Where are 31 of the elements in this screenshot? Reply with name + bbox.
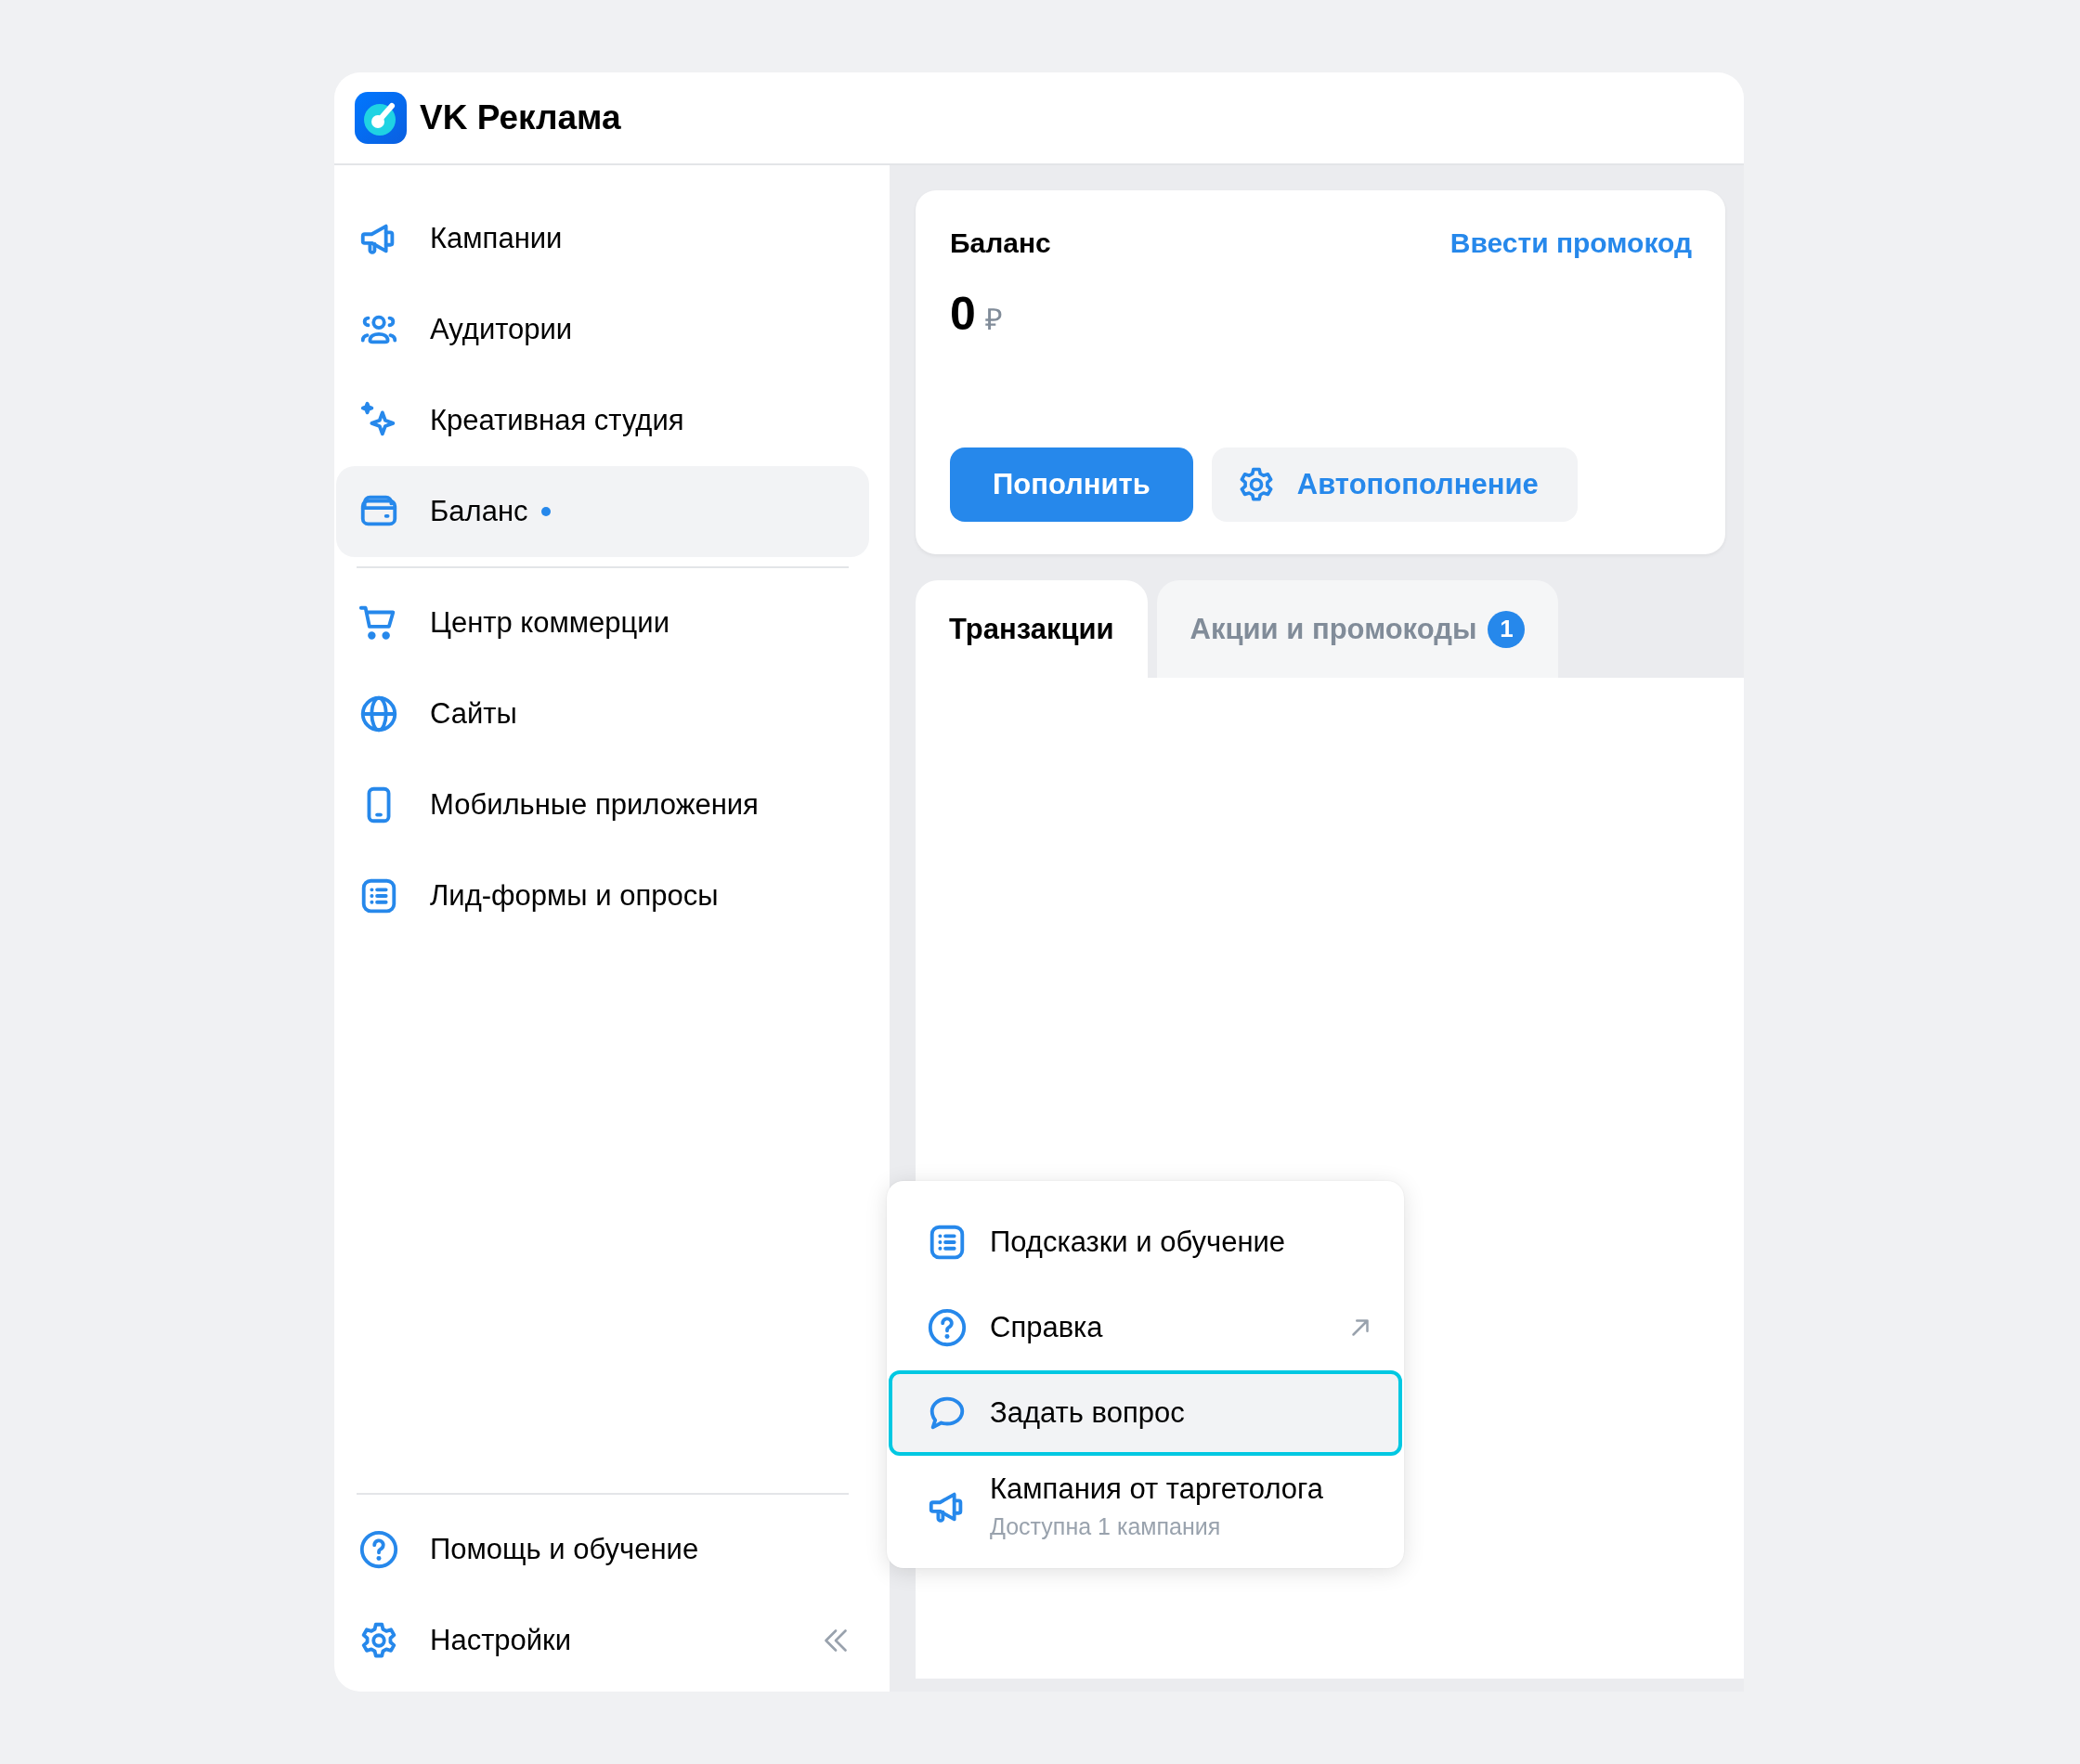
help-icon	[926, 1306, 968, 1349]
help-menu-item[interactable]: Справка	[889, 1285, 1402, 1370]
sidebar-nav-item[interactable]: Баланс	[336, 466, 869, 557]
sidebar-nav-item[interactable]: Настройки	[336, 1595, 869, 1686]
menu-item-label: Кампания от таргетолога	[990, 1472, 1323, 1506]
sidebar-nav-item[interactable]: Аудитории	[336, 284, 869, 375]
menu-item-label: Справка	[990, 1311, 1103, 1344]
sidebar-nav-item[interactable]: Помощь и обучение	[336, 1504, 869, 1595]
balance-amount: 0	[950, 287, 976, 341]
help-menu-item[interactable]: Задать вопрос	[889, 1370, 1402, 1456]
currency-sign: ₽	[984, 302, 1003, 338]
help-icon	[358, 1528, 400, 1571]
sidebar-nav-item[interactable]: Креативная студия	[336, 375, 869, 466]
menu-item-label: Подсказки и обучение	[990, 1226, 1286, 1259]
card-title: Баланс	[950, 227, 1051, 259]
count-badge: 1	[1488, 610, 1526, 648]
top-up-button[interactable]: Пополнить	[950, 447, 1193, 522]
sidebar-nav-item[interactable]: Сайты	[336, 668, 869, 759]
help-menu-item[interactable]: Подсказки и обучение	[889, 1200, 1402, 1285]
sidebar-nav-item[interactable]: Кампании	[336, 193, 869, 284]
sidebar-nav-item[interactable]: Центр коммерции	[336, 577, 869, 668]
app-logo-icon[interactable]	[355, 92, 407, 144]
tab[interactable]: Акции и промокоды 1	[1156, 580, 1559, 678]
menu-item-subtitle: Доступна 1 кампания	[990, 1513, 1222, 1540]
promo-code-link[interactable]: Ввести промокод	[1450, 227, 1692, 259]
help-menu-item[interactable]: Кампания от таргетолога Доступна 1 кампания	[889, 1456, 1402, 1557]
sidebar-nav-item[interactable]: Лид-формы и опросы	[336, 850, 869, 941]
tab[interactable]: Транзакции	[916, 580, 1148, 678]
app-title: VK Реклама	[420, 98, 621, 137]
sidebar-nav-item[interactable]: Мобильные приложения	[336, 759, 869, 850]
menu-item-label: Задать вопрос	[990, 1396, 1185, 1430]
